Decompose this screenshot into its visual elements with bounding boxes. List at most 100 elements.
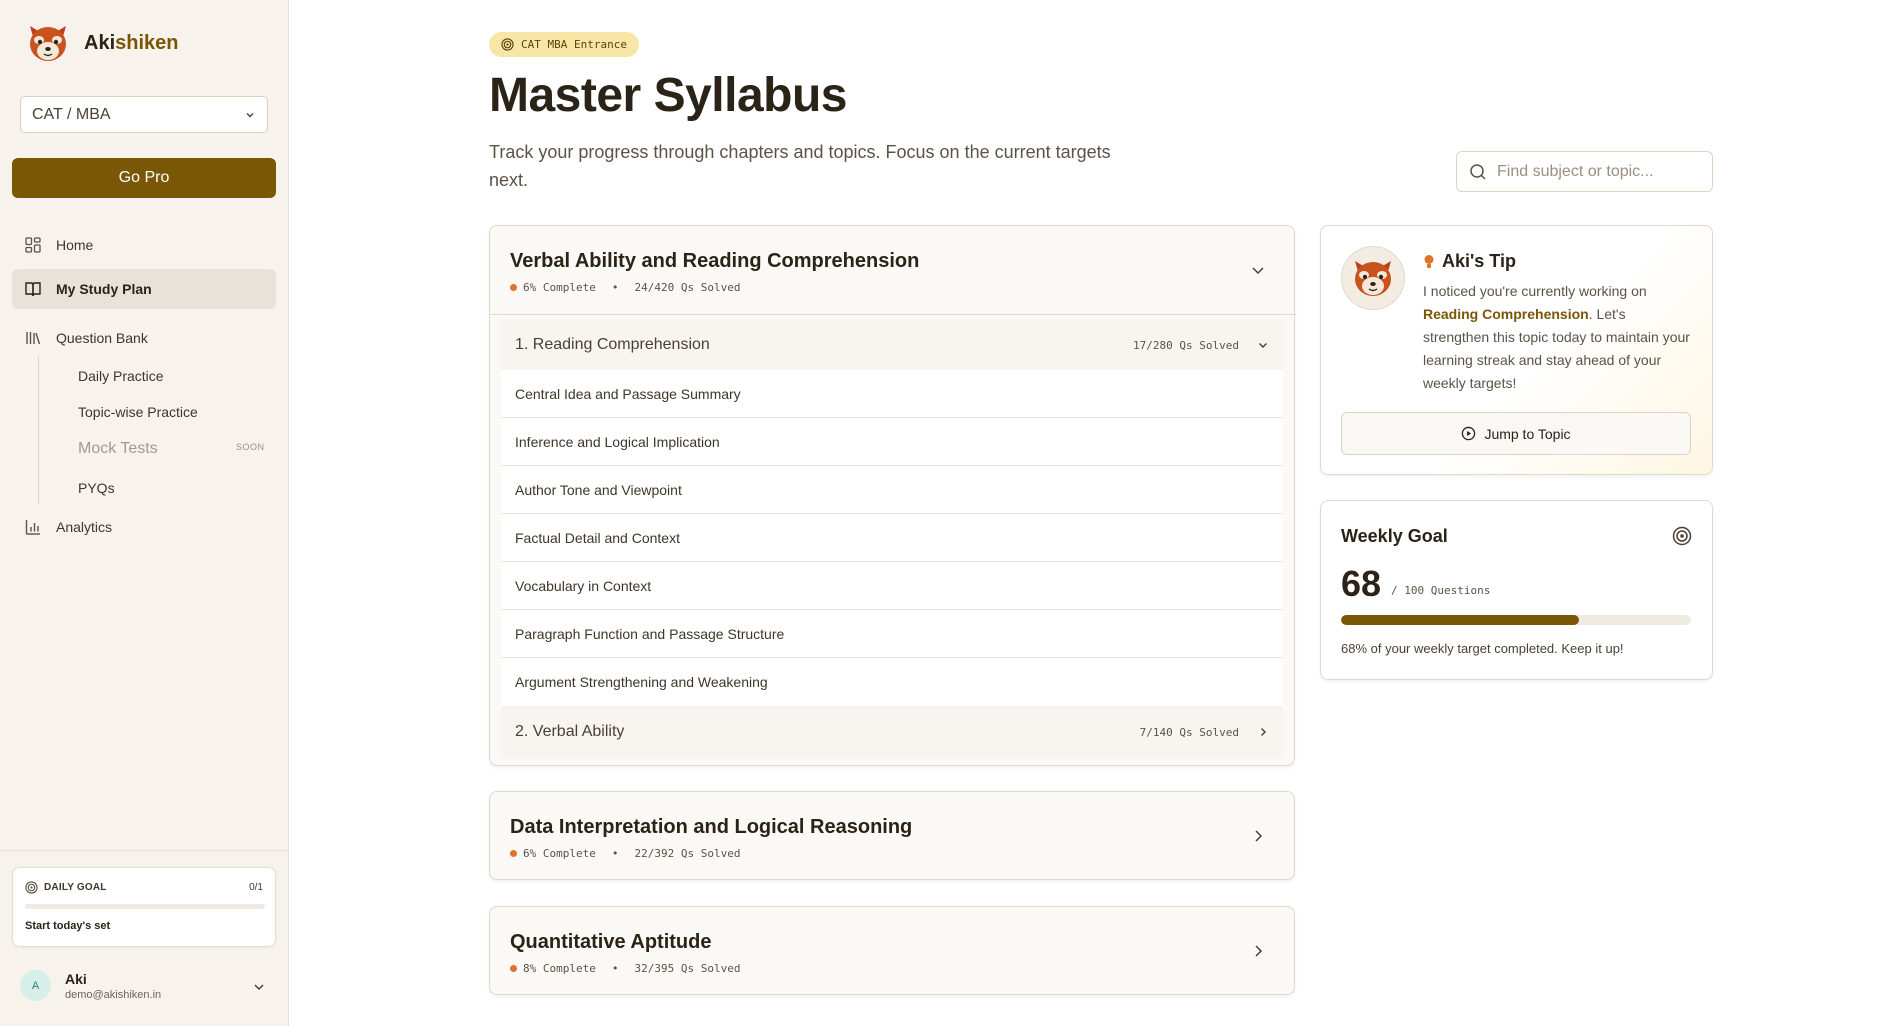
- chapter-stats: 7/140 Qs Solved: [1140, 726, 1269, 739]
- chapter-row[interactable]: 1. Reading Comprehension 17/280 Qs Solve…: [501, 319, 1283, 371]
- nav-item-mock-tests[interactable]: Mock Tests: [78, 440, 158, 458]
- subject-card-dilr[interactable]: Data Interpretation and Logical Reasonin…: [489, 791, 1295, 880]
- subject-solved: 32/395 Qs Solved: [634, 962, 741, 975]
- topic-item[interactable]: Inference and Logical Implication: [501, 418, 1283, 466]
- daily-goal-label: DAILY GOAL: [44, 882, 107, 893]
- topic-item[interactable]: Factual Detail and Context: [501, 514, 1283, 562]
- subject-complete: 6% Complete: [523, 281, 596, 294]
- nav-label-analytics: Analytics: [56, 519, 113, 535]
- progress-dot: [510, 850, 517, 857]
- weekly-goal-progress-bar: [1341, 615, 1691, 625]
- subject-title: Verbal Ability and Reading Comprehension: [510, 250, 920, 272]
- progress-dot: [510, 284, 517, 291]
- go-pro-button[interactable]: Go Pro: [12, 158, 276, 198]
- subject-title: Quantitative Aptitude: [510, 931, 712, 953]
- daily-goal-count: 0/1: [249, 882, 263, 893]
- chevron-right-icon[interactable]: [1250, 943, 1266, 959]
- search-icon: [1470, 163, 1486, 180]
- subject-complete: 8% Complete: [523, 962, 596, 975]
- chevron-down-icon[interactable]: [252, 980, 266, 994]
- chapter-solved: 17/280 Qs Solved: [1133, 338, 1239, 352]
- chevron-right-icon[interactable]: [1257, 726, 1269, 738]
- aki-tip-card: Aki's Tip I noticed you're currently wor…: [1320, 225, 1713, 475]
- meta-separator: •: [611, 962, 619, 975]
- subject-meta: 8% Complete • 32/395 Qs Solved: [510, 962, 740, 975]
- nav-label-study-plan: My Study Plan: [56, 281, 152, 297]
- brand[interactable]: Akishiken: [26, 20, 178, 66]
- jump-to-topic-button[interactable]: Jump to Topic: [1341, 412, 1691, 455]
- chapter-row[interactable]: 2. Verbal Ability 7/140 Qs Solved: [501, 706, 1283, 758]
- nav-item-daily-practice[interactable]: Daily Practice: [78, 368, 164, 384]
- daily-goal-progress: [25, 904, 265, 909]
- weekly-goal-card: Weekly Goal 68 / 100 Questions 68% of yo…: [1320, 500, 1713, 680]
- subject-header[interactable]: Verbal Ability and Reading Comprehension…: [490, 226, 1296, 315]
- subject-card-verbal: Verbal Ability and Reading Comprehension…: [489, 225, 1296, 766]
- nav-item-question-bank[interactable]: Question Bank: [12, 318, 276, 358]
- page-subtitle: Track your progress through chapters and…: [489, 142, 1111, 190]
- chevron-right-icon[interactable]: [1250, 828, 1266, 844]
- exam-badge: CAT MBA Entrance: [489, 32, 639, 57]
- search-box[interactable]: [1456, 151, 1713, 192]
- user-profile[interactable]: A Aki demo@akishiken.in: [20, 970, 161, 1001]
- chevron-down-icon[interactable]: [1257, 339, 1269, 351]
- weekly-goal-message: 68% of your weekly target completed. Kee…: [1341, 641, 1624, 656]
- subject-meta: 6% Complete • 22/392 Qs Solved: [510, 847, 740, 860]
- nav-item-pyqs[interactable]: PYQs: [78, 480, 115, 496]
- jump-to-topic-label: Jump to Topic: [1484, 425, 1571, 442]
- library-icon: [26, 332, 41, 345]
- tip-highlight: Reading Comprehension: [1423, 306, 1589, 322]
- exam-badge-label: CAT MBA Entrance: [521, 38, 627, 51]
- brand-name-prefix: Aki: [84, 31, 116, 54]
- subject-solved: 24/420 Qs Solved: [634, 281, 741, 294]
- book-icon: [25, 282, 41, 297]
- subject-title: Data Interpretation and Logical Reasonin…: [510, 816, 913, 838]
- exam-select[interactable]: CAT / MBA: [20, 96, 268, 133]
- nav-item-topic-practice[interactable]: Topic-wise Practice: [78, 404, 198, 420]
- nav-label-home: Home: [56, 237, 94, 253]
- red-panda-logo: [30, 26, 66, 61]
- subject-solved: 22/392 Qs Solved: [634, 847, 741, 860]
- bar-chart-icon: [25, 520, 40, 535]
- meta-separator: •: [611, 847, 619, 860]
- tip-text: I noticed you're currently working on Re…: [1423, 280, 1695, 395]
- sidebar: Akishiken CAT / MBA Go Pro Home My Study…: [0, 0, 289, 1026]
- red-panda-logo: [1355, 261, 1391, 296]
- soon-badge: SOON: [236, 442, 265, 452]
- nav-item-study-plan[interactable]: My Study Plan: [12, 269, 276, 309]
- topic-item[interactable]: Argument Strengthening and Weakening: [501, 658, 1283, 706]
- exam-select-value: CAT / MBA: [32, 105, 111, 123]
- grid-icon: [25, 237, 41, 253]
- topic-item[interactable]: Central Idea and Passage Summary: [501, 370, 1283, 418]
- submenu-line: [38, 356, 39, 504]
- tip-title-text: Aki's Tip: [1442, 251, 1516, 271]
- daily-goal-cta[interactable]: Start today's set: [25, 920, 110, 932]
- nav-item-analytics[interactable]: Analytics: [12, 507, 276, 547]
- chapter-name: 1. Reading Comprehension: [515, 336, 710, 353]
- weekly-goal-target: / 100 Questions: [1391, 584, 1491, 597]
- play-circle-icon: [1462, 426, 1476, 441]
- weekly-goal-title: Weekly Goal: [1341, 526, 1448, 546]
- brand-name: Akishiken: [84, 32, 178, 55]
- chapter-name: 2. Verbal Ability: [515, 723, 625, 740]
- chapter-stats: 17/280 Qs Solved: [1133, 339, 1269, 352]
- search-input[interactable]: [1497, 162, 1697, 181]
- daily-goal-card[interactable]: DAILY GOAL 0/1 Start today's set: [12, 867, 276, 947]
- nav-label-question-bank: Question Bank: [56, 330, 148, 346]
- weekly-goal-value: 68: [1341, 563, 1382, 604]
- chevron-down-icon: [246, 112, 254, 117]
- brand-name-suffix: shiken: [115, 31, 179, 54]
- nav-item-home[interactable]: Home: [12, 225, 276, 265]
- tip-avatar: [1341, 246, 1405, 310]
- topic-item[interactable]: Paragraph Function and Passage Structure: [501, 610, 1283, 658]
- avatar: A: [20, 970, 51, 1001]
- topic-item[interactable]: Author Tone and Viewpoint: [501, 466, 1283, 514]
- topic-item[interactable]: Vocabulary in Context: [501, 562, 1283, 610]
- subject-meta: 6% Complete • 24/420 Qs Solved: [510, 281, 740, 294]
- target-icon: [501, 38, 514, 51]
- subject-card-quant[interactable]: Quantitative Aptitude 8% Complete • 32/3…: [489, 906, 1295, 995]
- page-title: Master Syllabus: [489, 69, 847, 122]
- chevron-down-icon[interactable]: [1250, 262, 1266, 278]
- sidebar-divider: [0, 850, 289, 851]
- meta-separator: •: [611, 281, 619, 294]
- target-icon: [1672, 526, 1692, 546]
